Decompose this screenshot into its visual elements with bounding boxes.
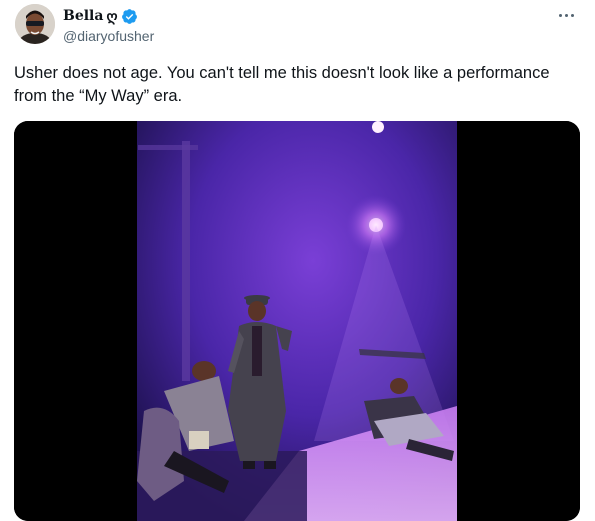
tweet-card: Bella ღ @diaryofusher Usher does not age… — [0, 0, 595, 521]
author-avatar[interactable] — [15, 4, 55, 44]
author-name-emoji: ღ — [106, 7, 118, 24]
more-options-button[interactable] — [555, 4, 577, 26]
more-horizontal-icon — [558, 13, 562, 17]
verified-badge-icon — [122, 8, 138, 24]
author-handle[interactable]: @diaryofusher — [63, 28, 154, 44]
author-display-name[interactable]: Bella — [63, 8, 103, 24]
video-frame — [14, 121, 580, 521]
avatar-image — [15, 4, 55, 44]
tweet-text: Usher does not age. You can't tell me th… — [14, 64, 555, 105]
more-dot — [564, 13, 568, 17]
author-name-row[interactable]: Bella ღ — [63, 6, 138, 26]
more-dot — [570, 13, 574, 17]
tweet-media-video[interactable] — [14, 121, 580, 521]
